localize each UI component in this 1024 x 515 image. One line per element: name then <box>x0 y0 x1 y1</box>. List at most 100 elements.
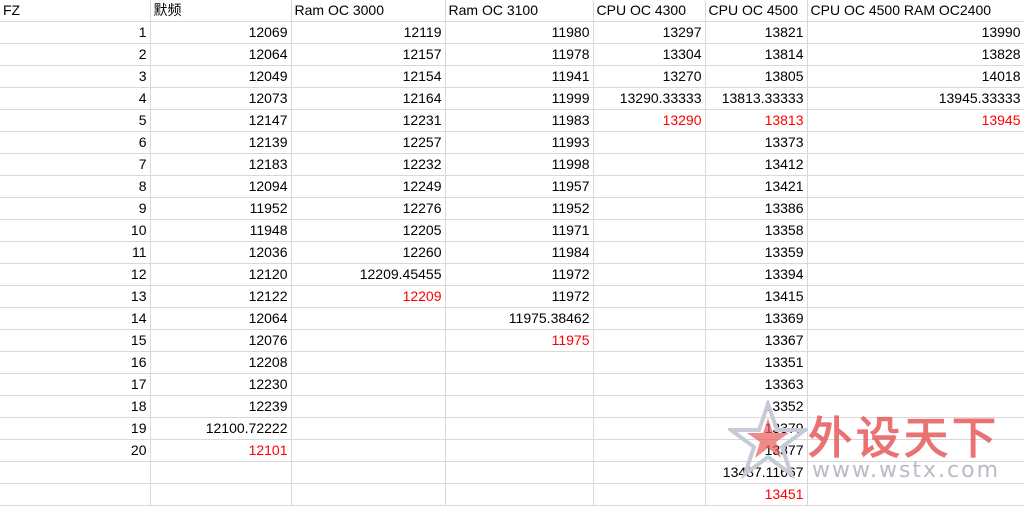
cell-fz[interactable]: 19 <box>0 417 151 440</box>
cell-cpu4500ram[interactable]: 14018 <box>807 65 1024 88</box>
cell-cpu4500[interactable]: 13813.33333 <box>705 87 808 110</box>
cell-cpu4500ram[interactable] <box>807 329 1024 352</box>
cell-fz[interactable]: 9 <box>0 197 151 220</box>
cell-fz[interactable]: 8 <box>0 175 151 198</box>
cell-cpu4500ram[interactable] <box>807 373 1024 396</box>
cell-cpu4500[interactable]: 13352 <box>705 395 808 418</box>
cell-ram3100[interactable]: 11999 <box>445 87 594 110</box>
cell-stock[interactable]: 12122 <box>150 285 292 308</box>
cell-cpu4500ram[interactable] <box>807 461 1024 484</box>
cell-cpu4500[interactable]: 13373 <box>705 131 808 154</box>
cell-fz[interactable]: 1 <box>0 21 151 44</box>
cell-stock[interactable]: 12239 <box>150 395 292 418</box>
cell-cpu4300[interactable] <box>593 461 706 484</box>
cell-ram3000[interactable]: 12164 <box>291 87 446 110</box>
cell-fz[interactable]: 10 <box>0 219 151 242</box>
cell-ram3000[interactable] <box>291 461 446 484</box>
cell-fz[interactable]: 15 <box>0 329 151 352</box>
cell-cpu4500ram[interactable] <box>807 153 1024 176</box>
cell-ram3000[interactable]: 12205 <box>291 219 446 242</box>
cell-stock[interactable]: 12064 <box>150 43 292 66</box>
cell-ram3100[interactable]: 11971 <box>445 219 594 242</box>
cell-ram3000[interactable] <box>291 439 446 462</box>
cell-fz[interactable]: 6 <box>0 131 151 154</box>
cell-ram3000[interactable]: 12257 <box>291 131 446 154</box>
cell-cpu4500[interactable]: 13415 <box>705 285 808 308</box>
cell-cpu4500ram[interactable] <box>807 219 1024 242</box>
cell-cpu4500ram[interactable] <box>807 483 1024 506</box>
cell-stock[interactable]: 12208 <box>150 351 292 374</box>
cell-cpu4300[interactable] <box>593 417 706 440</box>
cell-cpu4500[interactable]: 13379 <box>705 417 808 440</box>
cell-stock[interactable]: 11948 <box>150 219 292 242</box>
cell-ram3100[interactable] <box>445 351 594 374</box>
cell-cpu4300[interactable] <box>593 395 706 418</box>
cell-ram3100[interactable]: 11983 <box>445 109 594 132</box>
cell-ram3000[interactable]: 12232 <box>291 153 446 176</box>
cell-cpu4300[interactable] <box>593 373 706 396</box>
cell-cpu4500ram[interactable] <box>807 131 1024 154</box>
cell-stock[interactable] <box>150 483 292 506</box>
cell-ram3100[interactable]: 11972 <box>445 263 594 286</box>
cell-stock[interactable]: 12076 <box>150 329 292 352</box>
cell-cpu4500ram[interactable] <box>807 241 1024 264</box>
cell-ram3000[interactable]: 12119 <box>291 21 446 44</box>
cell-cpu4300[interactable]: 13290.33333 <box>593 87 706 110</box>
cell-cpu4500[interactable]: 13821 <box>705 21 808 44</box>
cell-ram3100[interactable]: 11978 <box>445 43 594 66</box>
header-cell-ram-oc-3100[interactable]: Ram OC 3100 <box>445 0 594 22</box>
cell-cpu4500[interactable]: 13813 <box>705 109 808 132</box>
cell-cpu4500ram[interactable] <box>807 175 1024 198</box>
cell-cpu4500[interactable]: 13412 <box>705 153 808 176</box>
header-cell-cpu-oc-4500[interactable]: CPU OC 4500 <box>705 0 808 22</box>
cell-stock[interactable]: 12183 <box>150 153 292 176</box>
cell-ram3100[interactable]: 11957 <box>445 175 594 198</box>
cell-cpu4500[interactable]: 13363 <box>705 373 808 396</box>
cell-cpu4500[interactable]: 13386 <box>705 197 808 220</box>
cell-stock[interactable]: 12073 <box>150 87 292 110</box>
cell-ram3000[interactable]: 12209 <box>291 285 446 308</box>
cell-fz[interactable]: 14 <box>0 307 151 330</box>
header-cell-cpu-oc-4500-ram-oc2400[interactable]: CPU OC 4500 RAM OC2400 <box>807 0 1024 22</box>
cell-cpu4500[interactable]: 13369 <box>705 307 808 330</box>
cell-cpu4500ram[interactable] <box>807 285 1024 308</box>
cell-ram3000[interactable] <box>291 417 446 440</box>
cell-cpu4300[interactable] <box>593 153 706 176</box>
cell-ram3000[interactable]: 12154 <box>291 65 446 88</box>
cell-ram3000[interactable]: 12249 <box>291 175 446 198</box>
cell-stock[interactable]: 12069 <box>150 21 292 44</box>
cell-fz[interactable]: 13 <box>0 285 151 308</box>
cell-stock[interactable]: 12036 <box>150 241 292 264</box>
cell-cpu4500[interactable]: 13377 <box>705 439 808 462</box>
cell-ram3100[interactable]: 11972 <box>445 285 594 308</box>
cell-stock[interactable]: 12049 <box>150 65 292 88</box>
cell-ram3100[interactable]: 11975 <box>445 329 594 352</box>
cell-ram3100[interactable]: 11984 <box>445 241 594 264</box>
cell-cpu4300[interactable] <box>593 483 706 506</box>
cell-fz[interactable]: 4 <box>0 87 151 110</box>
cell-cpu4300[interactable]: 13297 <box>593 21 706 44</box>
cell-ram3000[interactable]: 12231 <box>291 109 446 132</box>
cell-cpu4500ram[interactable] <box>807 395 1024 418</box>
cell-stock[interactable]: 11952 <box>150 197 292 220</box>
header-cell-cpu-oc-4300[interactable]: CPU OC 4300 <box>593 0 706 22</box>
cell-ram3000[interactable] <box>291 395 446 418</box>
cell-cpu4300[interactable]: 13270 <box>593 65 706 88</box>
cell-cpu4300[interactable] <box>593 175 706 198</box>
cell-cpu4300[interactable] <box>593 241 706 264</box>
cell-ram3100[interactable] <box>445 417 594 440</box>
cell-stock[interactable]: 12147 <box>150 109 292 132</box>
cell-stock[interactable]: 12120 <box>150 263 292 286</box>
cell-fz[interactable]: 3 <box>0 65 151 88</box>
cell-ram3100[interactable] <box>445 373 594 396</box>
cell-fz[interactable]: 18 <box>0 395 151 418</box>
header-cell-ram-oc-3000[interactable]: Ram OC 3000 <box>291 0 446 22</box>
cell-cpu4500ram[interactable]: 13828 <box>807 43 1024 66</box>
cell-ram3100[interactable]: 11952 <box>445 197 594 220</box>
cell-fz[interactable] <box>0 483 151 506</box>
cell-fz[interactable]: 2 <box>0 43 151 66</box>
cell-ram3000[interactable] <box>291 483 446 506</box>
cell-cpu4300[interactable]: 13304 <box>593 43 706 66</box>
cell-cpu4500[interactable]: 13805 <box>705 65 808 88</box>
cell-cpu4300[interactable] <box>593 439 706 462</box>
